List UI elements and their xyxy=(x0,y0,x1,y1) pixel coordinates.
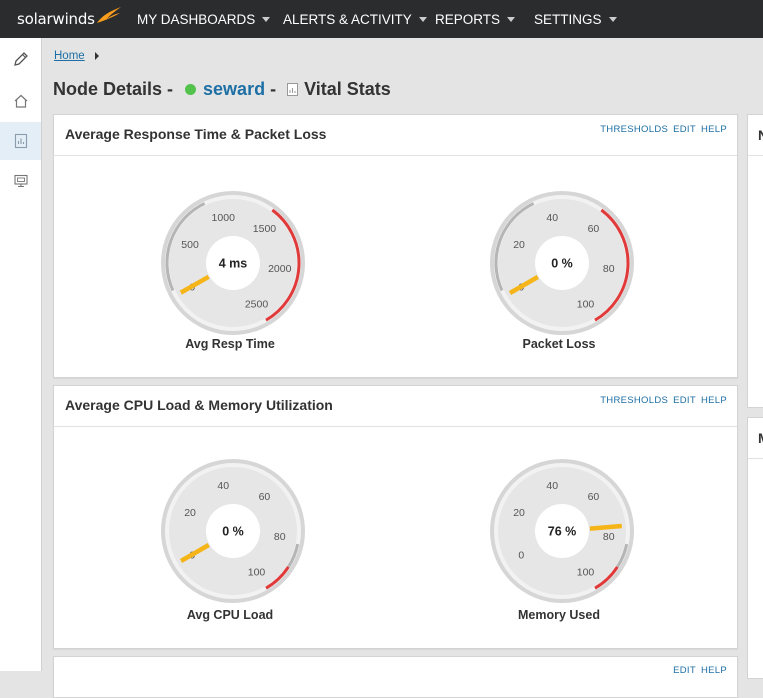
gauge-label: Packet Loss xyxy=(522,337,596,351)
side-panel-top: N xyxy=(747,114,763,408)
gauge-tick-label: 1500 xyxy=(253,223,277,235)
gauge-tick-label: 60 xyxy=(588,223,600,235)
edit-button[interactable] xyxy=(0,40,41,78)
panel-header: Average Response Time & Packet Loss THRE… xyxy=(54,115,737,156)
solarwinds-logo[interactable]: solarwinds xyxy=(17,7,122,30)
gauge-tick-label: 1000 xyxy=(212,212,236,224)
cpu-memory-panel: Average CPU Load & Memory Utilization TH… xyxy=(53,385,738,649)
panel-links: THRESHOLDS EDIT HELP xyxy=(595,395,727,406)
gauge-tick-label: 40 xyxy=(217,480,229,492)
title-prefix: Node Details - xyxy=(53,79,179,99)
gauge-tick-label: 60 xyxy=(259,491,271,503)
thresholds-link[interactable]: THRESHOLDS xyxy=(600,395,668,406)
gauge-tick-label: 40 xyxy=(546,480,558,492)
gauge-readout: 76 % xyxy=(548,525,577,539)
gauge-label: Memory Used xyxy=(518,608,600,622)
left-tool-rail xyxy=(0,38,42,671)
top-navigation-bar: solarwinds MY DASHBOARDS ALERTS & ACTIVI… xyxy=(0,0,763,38)
nav-label: ALERTS & ACTIVITY xyxy=(283,12,412,27)
node-name-link[interactable]: seward xyxy=(203,79,265,100)
help-link[interactable]: HELP xyxy=(701,395,727,406)
gauge-label: Avg CPU Load xyxy=(186,608,274,622)
caret-down-icon xyxy=(262,17,271,22)
help-link[interactable]: HELP xyxy=(701,124,727,135)
avg-resp-time-gauge: 050010001500200025004 ms xyxy=(161,191,305,335)
edit-link[interactable]: EDIT xyxy=(673,395,696,406)
breadcrumb-home-link[interactable]: Home xyxy=(54,50,85,62)
response-time-panel: Average Response Time & Packet Loss THRE… xyxy=(53,114,738,378)
nav-settings[interactable]: SETTINGS xyxy=(534,12,617,27)
gauge-tick-label: 2500 xyxy=(245,299,269,311)
gauge-tick-label: 40 xyxy=(546,212,558,224)
gauge-tick-label: 100 xyxy=(577,299,595,311)
gauge-label: Avg Resp Time xyxy=(185,337,275,351)
gauge-readout: 0 % xyxy=(551,257,573,271)
gauge-tick-label: 2000 xyxy=(268,263,292,275)
gauge-tick-label: 80 xyxy=(603,531,615,543)
pencil-icon xyxy=(13,52,28,66)
caret-down-icon xyxy=(507,17,516,22)
gauge-tick-label: 20 xyxy=(513,507,525,519)
page-title: Node Details - seward - Vital Stats xyxy=(53,79,391,100)
nav-alerts-activity[interactable]: ALERTS & ACTIVITY xyxy=(283,12,427,27)
gauge-tick-label: 0 xyxy=(518,550,524,562)
reports-button[interactable] xyxy=(0,122,41,160)
breadcrumb: Home xyxy=(54,50,99,62)
gauge-tick-label: 20 xyxy=(513,239,525,251)
node-status-icon xyxy=(185,84,197,95)
view-name: Vital Stats xyxy=(304,79,391,99)
side-panel-title: N xyxy=(758,127,763,143)
memory-used-gauge: 0 20 40 60 80 100 76 % xyxy=(490,459,634,603)
gauge-needle xyxy=(589,523,622,531)
caret-down-icon xyxy=(608,17,617,22)
packet-loss-gauge: 0204060801000 % xyxy=(490,191,634,335)
home-icon xyxy=(14,94,27,108)
view-report-icon xyxy=(287,83,299,96)
gauge-tick-label: 100 xyxy=(577,567,595,579)
nav-label: MY DASHBOARDS xyxy=(137,12,256,27)
panel-links: THRESHOLDS EDIT HELP xyxy=(595,124,727,135)
side-panel-bottom: M xyxy=(747,417,763,679)
avg-cpu-load-gauge: 0204060801000 % xyxy=(161,459,305,603)
title-separator: - xyxy=(265,79,282,99)
monitor-button[interactable] xyxy=(0,162,41,200)
nav-reports[interactable]: REPORTS xyxy=(435,12,516,27)
caret-down-icon xyxy=(418,17,427,22)
flame-icon xyxy=(96,7,121,23)
panel-title: Average CPU Load & Memory Utilization xyxy=(65,397,333,413)
panel-header: Average CPU Load & Memory Utilization TH… xyxy=(54,386,737,427)
report-icon xyxy=(14,133,27,149)
nav-my-dashboards[interactable]: MY DASHBOARDS xyxy=(137,12,271,27)
logo-text: solarwinds xyxy=(17,10,95,28)
gauge-tick-label: 80 xyxy=(603,263,615,275)
gauge-readout: 4 ms xyxy=(219,257,248,271)
bottom-panel: EDIT HELP xyxy=(53,656,738,698)
gauge-tick-label: 80 xyxy=(274,531,286,543)
side-panel-title: M xyxy=(758,430,763,446)
home-button[interactable] xyxy=(0,82,41,120)
gauge-tick-label: 60 xyxy=(588,491,600,503)
gauge-tick-label: 100 xyxy=(248,567,266,579)
thresholds-link[interactable]: THRESHOLDS xyxy=(600,124,668,135)
monitor-icon xyxy=(13,174,28,188)
panel-title: Average Response Time & Packet Loss xyxy=(65,126,327,142)
gauge-tick-label: 500 xyxy=(181,239,199,251)
nav-label: REPORTS xyxy=(435,12,501,27)
breadcrumb-arrow-icon[interactable] xyxy=(94,52,99,60)
gauge-tick-label: 20 xyxy=(184,507,196,519)
edit-link[interactable]: EDIT xyxy=(673,124,696,135)
nav-label: SETTINGS xyxy=(534,12,602,27)
gauge-readout: 0 % xyxy=(222,525,244,539)
